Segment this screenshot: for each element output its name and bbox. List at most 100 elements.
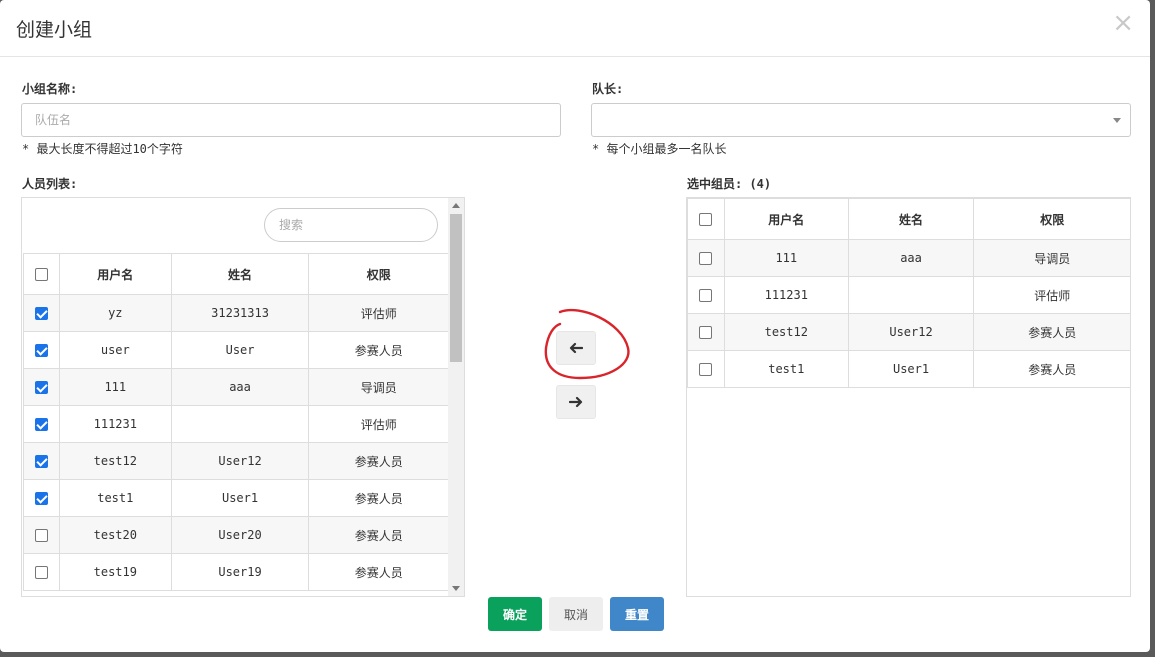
row-checkbox[interactable] bbox=[34, 492, 48, 505]
row-checkbox[interactable] bbox=[34, 381, 48, 394]
scroll-thumb[interactable] bbox=[450, 214, 462, 362]
select-all-cell bbox=[687, 198, 725, 240]
create-group-dialog: 创建小组 × 小组名称: * 最大长度不得超过10个字符 队长: * 每个小组最… bbox=[0, 0, 1150, 652]
row-checkbox[interactable] bbox=[34, 455, 48, 468]
row-checkbox-cell bbox=[687, 313, 725, 351]
cell-role: 参赛人员 bbox=[973, 350, 1130, 388]
column-header-username: 用户名 bbox=[723, 198, 849, 240]
dialog-title: 创建小组 bbox=[16, 19, 93, 41]
scroll-up-icon[interactable] bbox=[452, 203, 460, 208]
selected-members-label: 选中组员: (4) bbox=[687, 177, 772, 191]
table-header-row: 用户名 姓名 权限 bbox=[23, 253, 449, 295]
leader-label: 队长: bbox=[592, 82, 624, 96]
arrow-right-icon bbox=[569, 396, 583, 408]
select-all-checkbox[interactable] bbox=[34, 268, 48, 281]
table-row[interactable]: test12 User12 参赛人员 bbox=[687, 313, 1130, 351]
close-icon[interactable]: × bbox=[1112, 10, 1134, 36]
cell-name: aaa bbox=[170, 368, 310, 406]
group-name-hint: * 最大长度不得超过10个字符 bbox=[22, 142, 183, 156]
cell-role: 参赛人员 bbox=[308, 442, 449, 480]
selected-members-panel: 用户名 姓名 权限 111 aaa 导调员 111231 评估师 test12 User12… bbox=[686, 197, 1131, 597]
column-header-name: 姓名 bbox=[170, 253, 310, 295]
row-checkbox-cell bbox=[687, 276, 725, 314]
table-row[interactable]: test1 User1 参赛人员 bbox=[687, 350, 1130, 388]
search-input[interactable] bbox=[264, 208, 438, 242]
scrollbar[interactable] bbox=[448, 198, 464, 596]
row-checkbox[interactable] bbox=[699, 252, 713, 265]
table-row[interactable]: 111 aaa 导调员 bbox=[687, 239, 1130, 277]
row-checkbox[interactable] bbox=[34, 566, 48, 579]
row-checkbox-cell bbox=[23, 368, 60, 406]
cell-name bbox=[170, 405, 310, 443]
cell-role: 参赛人员 bbox=[308, 479, 449, 517]
cell-role: 评估师 bbox=[973, 276, 1130, 314]
member-list-panel: 用户名 姓名 权限 yz31231313评估师userUser参赛人员111aa… bbox=[21, 197, 465, 597]
cell-role: 参赛人员 bbox=[308, 553, 449, 591]
cell-username: 111231 bbox=[58, 405, 172, 443]
leader-select[interactable] bbox=[591, 103, 1131, 137]
table-row[interactable]: test12 User12 参赛人员 bbox=[23, 442, 449, 480]
confirm-button[interactable]: 确定 bbox=[488, 597, 542, 631]
cell-name: User19 bbox=[170, 553, 310, 591]
leader-hint: * 每个小组最多一名队长 bbox=[592, 142, 727, 156]
cell-role: 导调员 bbox=[308, 368, 449, 406]
table-row[interactable]: test1 User1 参赛人员 bbox=[23, 479, 449, 517]
table-row[interactable]: user User 参赛人员 bbox=[23, 331, 449, 369]
cell-name: User20 bbox=[170, 516, 310, 554]
move-right-button[interactable] bbox=[556, 385, 596, 419]
chevron-down-icon bbox=[1113, 118, 1121, 123]
table-row[interactable]: test19 User19 参赛人员 bbox=[23, 553, 449, 591]
cell-role: 评估师 bbox=[308, 405, 449, 443]
cell-username: user bbox=[58, 331, 172, 369]
member-table: 用户名 姓名 权限 yz 31231313 评估师 user User 参赛人员 111 aa… bbox=[23, 253, 449, 591]
table-row[interactable]: 111 aaa 导调员 bbox=[23, 368, 449, 406]
group-name-label: 小组名称: bbox=[22, 82, 78, 96]
column-header-username: 用户名 bbox=[58, 253, 172, 295]
table-row[interactable]: 111231 评估师 bbox=[687, 276, 1130, 314]
row-checkbox[interactable] bbox=[34, 418, 48, 431]
row-checkbox-cell bbox=[23, 553, 60, 591]
row-checkbox-cell bbox=[23, 516, 60, 554]
table-row[interactable]: 111231 评估师 bbox=[23, 405, 449, 443]
row-checkbox-cell bbox=[23, 294, 60, 332]
cell-role: 评估师 bbox=[308, 294, 449, 332]
row-checkbox[interactable] bbox=[699, 326, 713, 339]
annotation-circle bbox=[544, 308, 630, 380]
cell-role: 导调员 bbox=[973, 239, 1130, 277]
scroll-down-icon[interactable] bbox=[452, 586, 460, 591]
cell-username: test12 bbox=[58, 442, 172, 480]
selected-table: 用户名 姓名 权限 111 aaa 导调员 111231 评估师 test12 User12… bbox=[687, 198, 1130, 388]
cell-username: yz bbox=[58, 294, 172, 332]
cell-role: 参赛人员 bbox=[973, 313, 1130, 351]
reset-button[interactable]: 重置 bbox=[610, 597, 664, 631]
table-row[interactable]: yz 31231313 评估师 bbox=[23, 294, 449, 332]
group-name-input[interactable] bbox=[21, 103, 561, 137]
row-checkbox-cell bbox=[23, 442, 60, 480]
cell-name: User1 bbox=[170, 479, 310, 517]
select-all-cell bbox=[23, 253, 60, 295]
cell-username: test20 bbox=[58, 516, 172, 554]
dialog-header: 创建小组 × bbox=[0, 0, 1150, 57]
row-checkbox[interactable] bbox=[34, 344, 48, 357]
cancel-button[interactable]: 取消 bbox=[549, 597, 603, 631]
select-all-checkbox[interactable] bbox=[699, 213, 713, 226]
cell-username: test1 bbox=[58, 479, 172, 517]
row-checkbox[interactable] bbox=[699, 363, 713, 376]
table-header-row: 用户名 姓名 权限 bbox=[687, 198, 1130, 240]
cell-username: 111 bbox=[723, 239, 849, 277]
cell-name: User12 bbox=[847, 313, 975, 351]
row-checkbox[interactable] bbox=[699, 289, 713, 302]
row-checkbox-cell bbox=[23, 331, 60, 369]
row-checkbox-cell bbox=[687, 350, 725, 388]
cell-username: test19 bbox=[58, 553, 172, 591]
cell-name: 31231313 bbox=[170, 294, 310, 332]
cell-name bbox=[847, 276, 975, 314]
row-checkbox[interactable] bbox=[34, 529, 48, 542]
cell-name: User bbox=[170, 331, 310, 369]
member-list-label: 人员列表: bbox=[22, 177, 78, 191]
cell-username: test1 bbox=[723, 350, 849, 388]
row-checkbox[interactable] bbox=[34, 307, 48, 320]
table-row[interactable]: test20 User20 参赛人员 bbox=[23, 516, 449, 554]
cell-name: User12 bbox=[170, 442, 310, 480]
column-header-role: 权限 bbox=[308, 253, 449, 295]
